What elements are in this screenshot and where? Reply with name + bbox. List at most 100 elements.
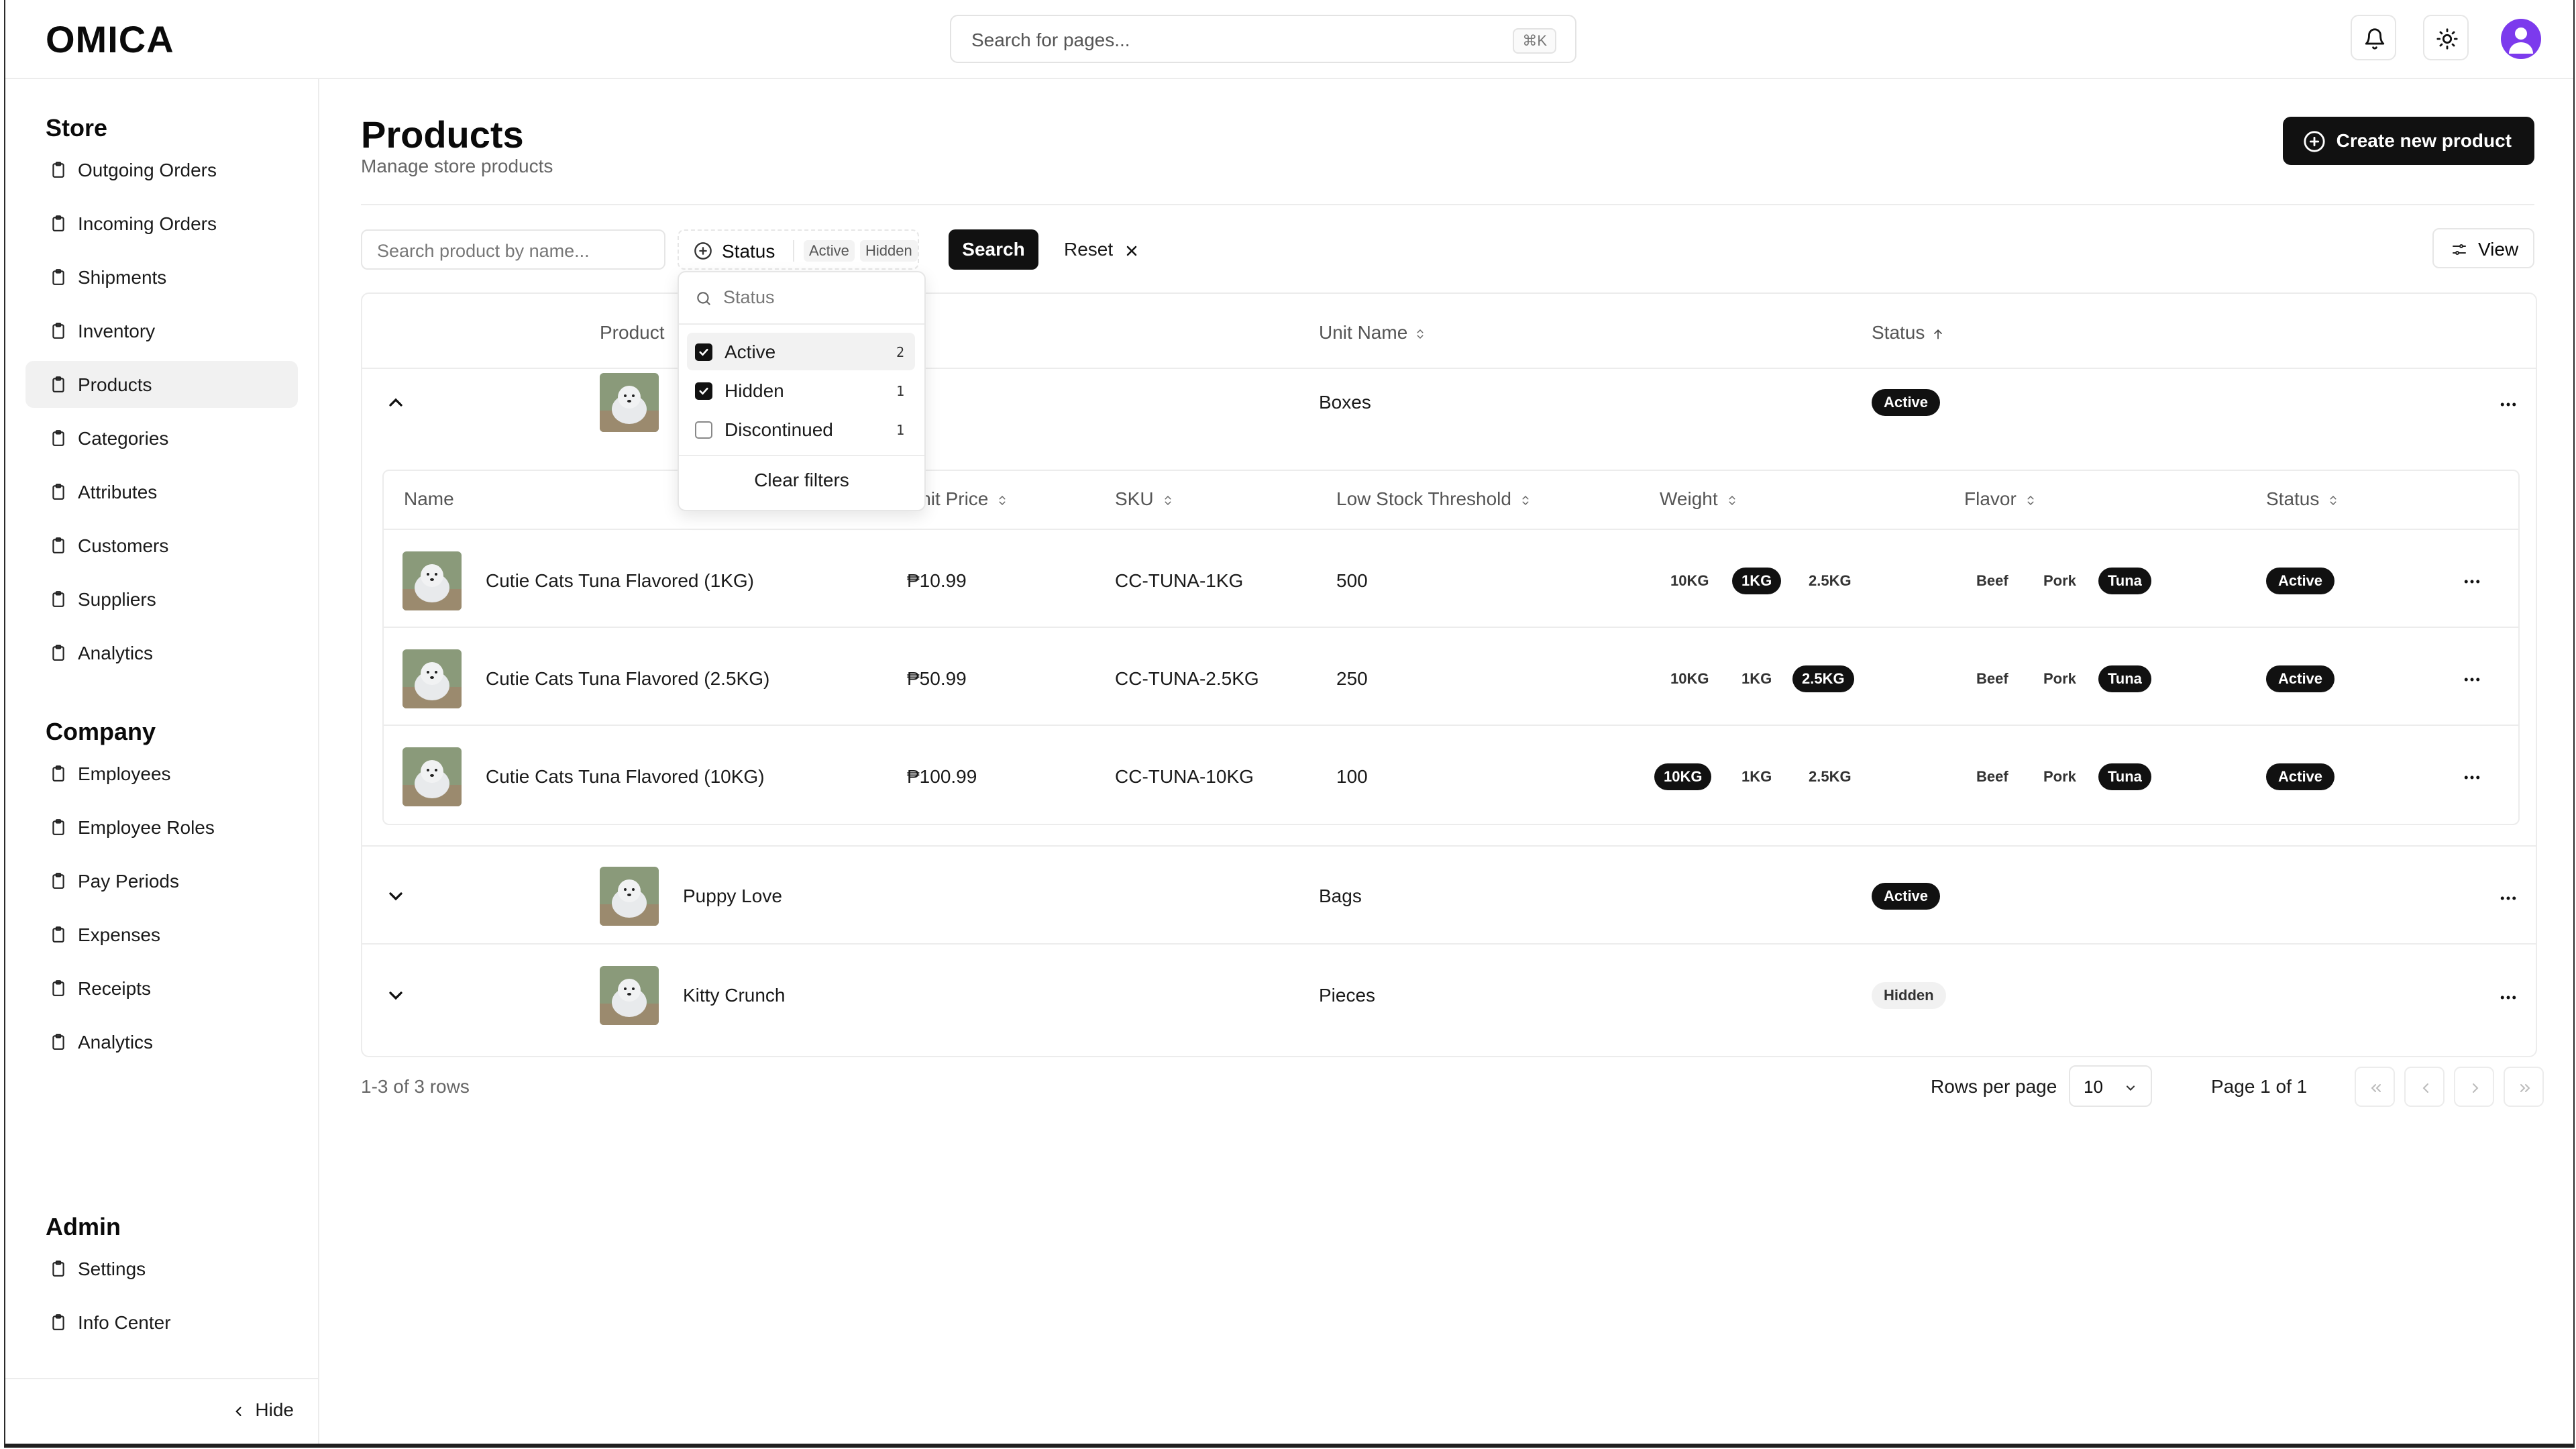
more-options-icon[interactable] <box>2498 394 2518 415</box>
chevron-right-icon <box>2473 1083 2479 1093</box>
sidebar-item-attributes[interactable]: Attributes <box>25 468 298 515</box>
status-filter-button[interactable]: Status Active Hidden <box>678 229 919 270</box>
sidebar-item-store-analytics[interactable]: Analytics <box>25 629 298 676</box>
checkbox-unchecked[interactable] <box>695 421 712 439</box>
sidebar-item-info-center[interactable]: Info Center <box>25 1299 298 1346</box>
last-page-button[interactable] <box>2504 1067 2544 1107</box>
hide-sidebar-button[interactable]: Hide <box>232 1399 294 1421</box>
sidebar-item-label: Analytics <box>78 1032 154 1053</box>
sidebar-item-customers[interactable]: Customers <box>25 522 298 569</box>
status-badge: Active <box>1872 389 1941 416</box>
option-label: Discontinued <box>724 419 833 440</box>
weight-pill: 2.5KG <box>1809 768 1851 785</box>
status-search-input[interactable]: Status <box>679 272 924 325</box>
sun-icon <box>2436 28 2458 50</box>
checkbox-checked[interactable] <box>695 382 712 400</box>
variant-header-flavor[interactable]: Flavor <box>1964 488 2037 510</box>
sidebar-item-categories[interactable]: Categories <box>25 415 298 462</box>
more-options-icon[interactable] <box>2462 669 2482 690</box>
chevron-left-icon <box>235 1406 241 1416</box>
sidebar-item-incoming-orders[interactable]: Incoming Orders <box>25 200 298 247</box>
status-option-active[interactable]: Active 2 <box>687 333 915 370</box>
column-header-status[interactable]: Status <box>1872 322 1945 343</box>
sidebar-item-suppliers[interactable]: Suppliers <box>25 576 298 623</box>
variant-threshold: 100 <box>1336 766 1368 787</box>
product-name: Kitty Crunch <box>683 985 786 1006</box>
sidebar-item-shipments[interactable]: Shipments <box>25 254 298 301</box>
sidebar-item-receipts[interactable]: Receipts <box>25 965 298 1012</box>
clipboard-icon <box>52 376 64 392</box>
status-option-hidden[interactable]: Hidden 1 <box>687 372 915 409</box>
chevron-up-icon[interactable] <box>385 392 407 413</box>
variant-name: Cutie Cats Tuna Flavored (2.5KG) <box>486 668 770 689</box>
rows-per-page-value: 10 <box>2084 1077 2103 1097</box>
create-product-button[interactable]: Create new product <box>2282 117 2534 165</box>
page-subtitle: Manage store products <box>361 156 553 176</box>
sidebar-item-expenses[interactable]: Expenses <box>25 911 298 958</box>
clipboard-icon <box>52 980 64 996</box>
status-badge: Active <box>2266 568 2335 594</box>
sidebar-item-pay-periods[interactable]: Pay Periods <box>25 857 298 904</box>
search-icon <box>697 292 710 305</box>
app-window: OMICA Search for pages... ⌘K Store Outgo… <box>4 0 2575 1448</box>
variant-header-low-stock[interactable]: Low Stock Threshold <box>1336 488 1532 510</box>
product-photo-icon <box>402 649 462 708</box>
sidebar-item-settings[interactable]: Settings <box>25 1245 298 1292</box>
clipboard-icon <box>52 1260 64 1277</box>
chevron-down-icon <box>2126 1085 2135 1091</box>
product-photo-icon <box>600 373 659 432</box>
more-options-icon[interactable] <box>2462 572 2482 592</box>
sidebar-item-label: Settings <box>78 1258 146 1279</box>
product-photo-icon <box>600 867 659 926</box>
theme-toggle-button[interactable] <box>2423 15 2469 60</box>
status-option-discontinued[interactable]: Discontinued 1 <box>687 411 915 448</box>
plus-circle-icon <box>694 242 712 260</box>
user-avatar[interactable] <box>2501 19 2541 59</box>
sidebar-item-outgoing-orders[interactable]: Outgoing Orders <box>25 146 298 193</box>
column-header-product[interactable]: Product <box>600 322 665 343</box>
sidebar-item-label: Employees <box>78 763 171 784</box>
first-page-button[interactable] <box>2355 1067 2395 1107</box>
chevron-down-icon[interactable] <box>385 885 407 907</box>
sidebar: Store Outgoing Orders Incoming Orders Sh… <box>5 79 319 1444</box>
search-button[interactable]: Search <box>949 229 1038 270</box>
clear-filters-button[interactable]: Clear filters <box>679 470 924 491</box>
more-options-icon[interactable] <box>2498 987 2518 1008</box>
clipboard-icon <box>52 269 64 285</box>
sidebar-item-company-analytics[interactable]: Analytics <box>25 1018 298 1065</box>
next-page-button[interactable] <box>2454 1067 2494 1107</box>
more-options-icon[interactable] <box>2498 888 2518 908</box>
notifications-button[interactable] <box>2351 15 2396 60</box>
view-options-button[interactable]: View <box>2432 228 2534 268</box>
product-thumbnail <box>600 373 659 432</box>
page-search-input[interactable]: Search for pages... ⌘K <box>950 15 1576 63</box>
variant-header-name[interactable]: Name <box>404 488 454 510</box>
variant-price: ₱100.99 <box>907 766 977 787</box>
create-product-label: Create new product <box>2336 130 2512 151</box>
variant-header-status[interactable]: Status <box>2266 488 2339 510</box>
sidebar-item-inventory[interactable]: Inventory <box>25 307 298 354</box>
variant-header-sku[interactable]: SKU <box>1115 488 1174 510</box>
reset-button[interactable]: Reset <box>1051 229 1153 270</box>
main-content: Products Manage store products Create ne… <box>319 79 2573 1444</box>
user-icon <box>2509 28 2533 54</box>
header-divider <box>361 204 2534 205</box>
checkbox-checked[interactable] <box>695 343 712 361</box>
column-header-unit-name[interactable]: Unit Name <box>1319 322 1426 343</box>
more-options-icon[interactable] <box>2462 767 2482 788</box>
variant-price: ₱10.99 <box>907 570 967 591</box>
previous-page-button[interactable] <box>2404 1067 2445 1107</box>
product-search-input[interactable]: Search product by name... <box>361 229 665 270</box>
app-logo[interactable]: OMICA <box>46 17 174 61</box>
clipboard-icon <box>52 430 64 446</box>
dropdown-divider <box>679 455 924 456</box>
sidebar-item-employee-roles[interactable]: Employee Roles <box>25 804 298 851</box>
column-header-label: Unit Name <box>1319 322 1408 343</box>
sidebar-item-products[interactable]: Products <box>25 361 298 408</box>
sidebar-item-employees[interactable]: Employees <box>25 750 298 797</box>
rows-per-page-select[interactable]: 10 <box>2069 1065 2152 1107</box>
status-badge: Active <box>2266 665 2335 692</box>
variant-header-weight[interactable]: Weight <box>1660 488 1738 510</box>
chevron-left-icon <box>2422 1083 2428 1093</box>
chevron-down-icon[interactable] <box>385 985 407 1006</box>
